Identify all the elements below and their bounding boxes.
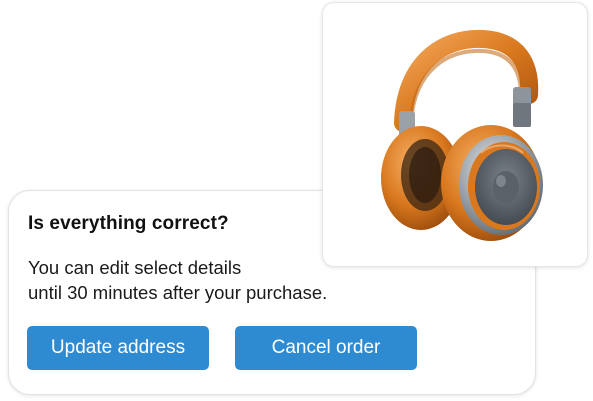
update-address-button[interactable]: Update address xyxy=(27,326,209,370)
order-confirmation-screen: Is everything correct? You can edit sele… xyxy=(0,0,593,401)
cancel-order-button[interactable]: Cancel order xyxy=(235,326,417,370)
dialog-message-line-2: until 30 minutes after your purchase. xyxy=(28,282,328,303)
dialog-title: Is everything correct? xyxy=(28,213,229,234)
headphones-icon xyxy=(381,29,543,241)
product-image-card xyxy=(322,2,588,267)
